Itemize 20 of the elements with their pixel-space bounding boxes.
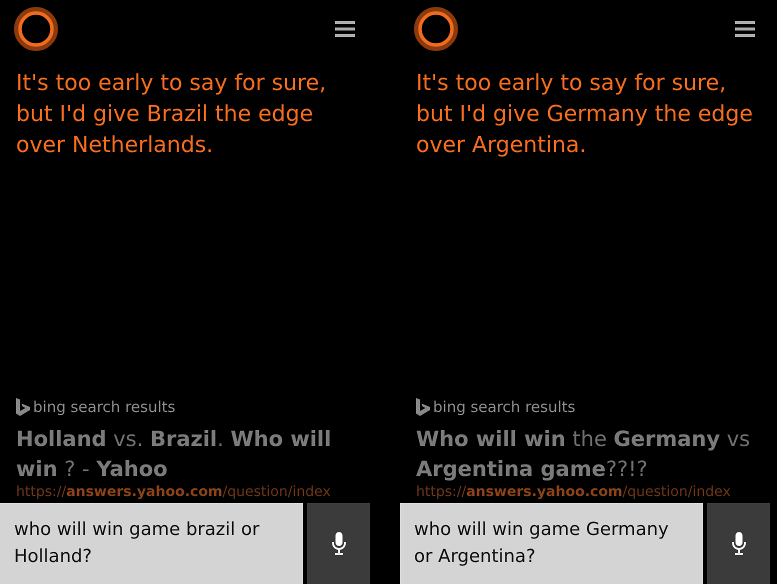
query-field[interactable]: who will win game Germany or Argentina? (400, 503, 703, 584)
microphone-icon (332, 532, 346, 556)
microphone-button[interactable] (307, 503, 370, 584)
bing-logo-icon (416, 398, 430, 416)
ring-icon (414, 6, 458, 50)
query-field[interactable]: who will win game brazil or Holland? (0, 503, 303, 584)
microphone-button[interactable] (707, 503, 770, 584)
result-title[interactable]: Who will win the Germany vs Argentina game??!? (416, 424, 766, 484)
bing-logo-icon (16, 398, 30, 416)
result-url[interactable]: https://answers.yahoo.com/question/index (416, 484, 777, 503)
ring-icon (14, 6, 58, 50)
results-source: bing search results (433, 398, 576, 416)
answer-text: It's too early to say for sure, but I'd give Brazil the edge over Netherlands. (16, 70, 328, 160)
answer-text: It's too early to say for sure, but I'd give Germany the edge over Argentina. (416, 70, 754, 160)
result-url[interactable]: https://answers.yahoo.com/question/index (16, 484, 400, 503)
microphone-icon (732, 532, 746, 556)
results-source: bing search results (33, 398, 176, 416)
menu-icon[interactable] (335, 20, 355, 36)
result-title[interactable]: Holland vs. Brazil. Who will win ? - Yahoo (16, 424, 366, 484)
menu-icon[interactable] (735, 20, 755, 36)
